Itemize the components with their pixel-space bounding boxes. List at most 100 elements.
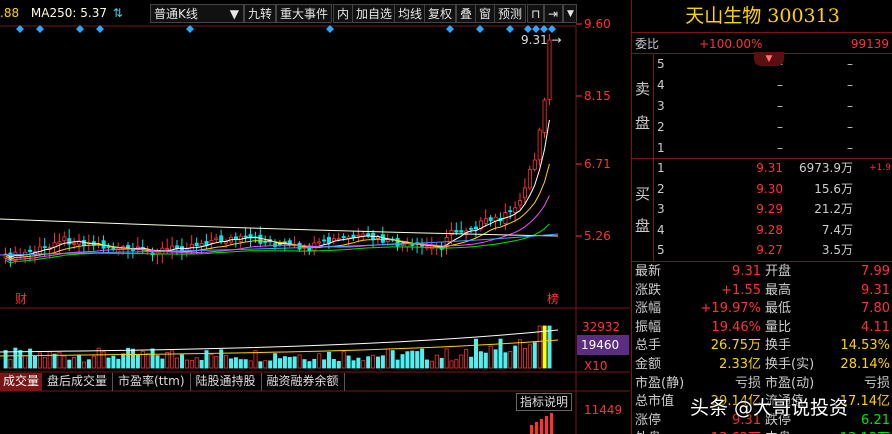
menu-chevron-icon[interactable]: ▼ (563, 4, 577, 23)
buy-order-row[interactable]: 3 9.29 21.2万 (654, 199, 892, 219)
volume-bar (429, 360, 434, 369)
warning-button[interactable]: 预测 (494, 4, 527, 23)
adjust-rights-button[interactable]: 复权 (424, 4, 457, 23)
sell-order-row[interactable]: 2 – – (654, 117, 892, 137)
volume-bar (424, 359, 429, 369)
buy-order-level: 4 (657, 222, 665, 237)
volume-bar (493, 349, 498, 369)
avg-line-button[interactable]: 均线 (394, 4, 427, 23)
lower-axis-label: 11449 (584, 403, 623, 417)
volume-bar (126, 347, 131, 369)
volume-bar (439, 357, 444, 369)
volume-current-badge: 19460 (577, 335, 629, 355)
volume-bar (82, 361, 87, 369)
volume-bar (42, 357, 47, 369)
ma250-legend: MA250: 5.37 (30, 6, 107, 20)
volume-bar (380, 355, 385, 369)
volume-bar (478, 351, 483, 369)
quote-l2: 最高 (765, 282, 792, 298)
candle-body (219, 235, 224, 242)
buy-order-row[interactable]: 4 9.28 7.4万 (654, 220, 892, 240)
volume-bar (233, 357, 238, 369)
sell-order-row[interactable]: 1 – – (654, 138, 892, 158)
lower-indicator-bar (530, 425, 533, 434)
finance-flag[interactable]: 财 (15, 290, 27, 307)
collapse-chevron-icon[interactable]: ▼ (754, 52, 784, 66)
sell-order-row[interactable]: 3 – – (654, 96, 892, 116)
sell-order-price: – (777, 141, 783, 155)
tab-margin-balance[interactable]: 融资融券余额 (262, 373, 345, 391)
volume-bar (454, 359, 459, 369)
quote-l1: 市盈(静) (635, 375, 685, 391)
quote-v1: 2.33亿 (719, 357, 761, 372)
volume-bar (263, 360, 268, 369)
tab-volume[interactable]: 成交量 (0, 373, 43, 391)
stack-button[interactable]: 叠 (456, 4, 477, 23)
buy-order-price: 9.27 (756, 243, 783, 258)
buy-order-row[interactable]: 5 9.27 3.5万 (654, 240, 892, 260)
sell-order-price: – (777, 78, 783, 92)
indicator-help-button[interactable]: 指标说明 (516, 393, 573, 411)
volume-bar (542, 325, 547, 369)
candle-body (82, 240, 87, 247)
candle-body (57, 241, 62, 245)
lock-icon[interactable]: ⊓ (527, 4, 544, 23)
volume-bar (336, 360, 341, 369)
tab-northbound-holding[interactable]: 陆股通持股 (191, 373, 262, 391)
volume-bar (273, 353, 278, 369)
candle-body (72, 242, 77, 245)
quote-v1: +1.55 (721, 282, 761, 298)
kline-chart-area[interactable] (0, 0, 630, 434)
candle-body (194, 242, 199, 247)
tab-pe-ttm[interactable]: 市盈率(ttm) (113, 373, 191, 391)
order-ratio-value: +100.00% (699, 37, 763, 51)
rank-flag[interactable]: 榜 (547, 290, 559, 307)
buy-order-row[interactable]: 2 9.30 15.6万 (654, 179, 892, 199)
volume-bar (135, 355, 140, 369)
volume-bar (331, 359, 336, 369)
sell-order-row[interactable]: 4 – – (654, 75, 892, 95)
volume-bar (508, 350, 513, 369)
nine-turn-button[interactable]: 九转 (244, 4, 277, 23)
major-events-button[interactable]: 重大事件 (276, 4, 333, 23)
quote-v2: 7.99 (861, 264, 890, 279)
volume-bar (459, 354, 464, 369)
quote-l1: 涨幅 (635, 301, 662, 317)
quote-v2: 6.21 (861, 412, 890, 428)
volume-bar (523, 348, 528, 369)
jump-end-icon[interactable]: ⇥ (544, 4, 563, 23)
volume-bar (322, 359, 327, 369)
volume-bar (248, 360, 253, 369)
volume-bar (253, 350, 258, 369)
candle-body (214, 237, 219, 240)
buy-order-price: 9.31 (756, 161, 783, 175)
volume-bar (33, 355, 38, 369)
stock-terminal-window: { "ma_legend":{"prefix":".88","ma250_lab… (0, 0, 892, 434)
window-button[interactable]: 窗 (475, 4, 496, 23)
buy-order-row[interactable]: 1 9.31 6973.9万 +1.9 (654, 158, 892, 178)
volume-bar (287, 357, 292, 369)
tab-after-hours-volume[interactable]: 盘后成交量 (42, 373, 114, 391)
volume-bar (155, 355, 160, 369)
candle-body (454, 230, 459, 233)
quote-l1: 总市值 (635, 394, 675, 410)
quote-l2: 开盘 (765, 264, 792, 279)
buy-order-volume: 6973.9万 (799, 161, 853, 175)
volume-bar (145, 353, 150, 369)
legend-arrow-icon[interactable]: ⇅ (113, 6, 123, 20)
quote-v2: 14.53% (840, 338, 890, 354)
candle-body (62, 236, 67, 242)
candle-body (532, 159, 537, 170)
add-watchlist-button[interactable]: 加自选 (352, 4, 397, 23)
volume-bar (302, 359, 307, 369)
quote-l2: 换手(实) (765, 357, 815, 372)
volume-axis-label-1: 32932 (582, 320, 621, 334)
indicator-tabs: 成交量 盘后成交量 市盈率(ttm) 陆股通持股 融资融券余额 (0, 373, 345, 391)
candle-body (410, 244, 415, 246)
kline-type-select[interactable]: 普通K线 ▼ (150, 4, 244, 23)
quote-row: 涨跌 +1.55 最高 9.31 (632, 281, 892, 300)
inner-button[interactable]: 内 (333, 4, 354, 23)
volume-bar (106, 357, 111, 369)
volume-bar (282, 356, 287, 369)
sell-order-price: – (777, 99, 783, 113)
